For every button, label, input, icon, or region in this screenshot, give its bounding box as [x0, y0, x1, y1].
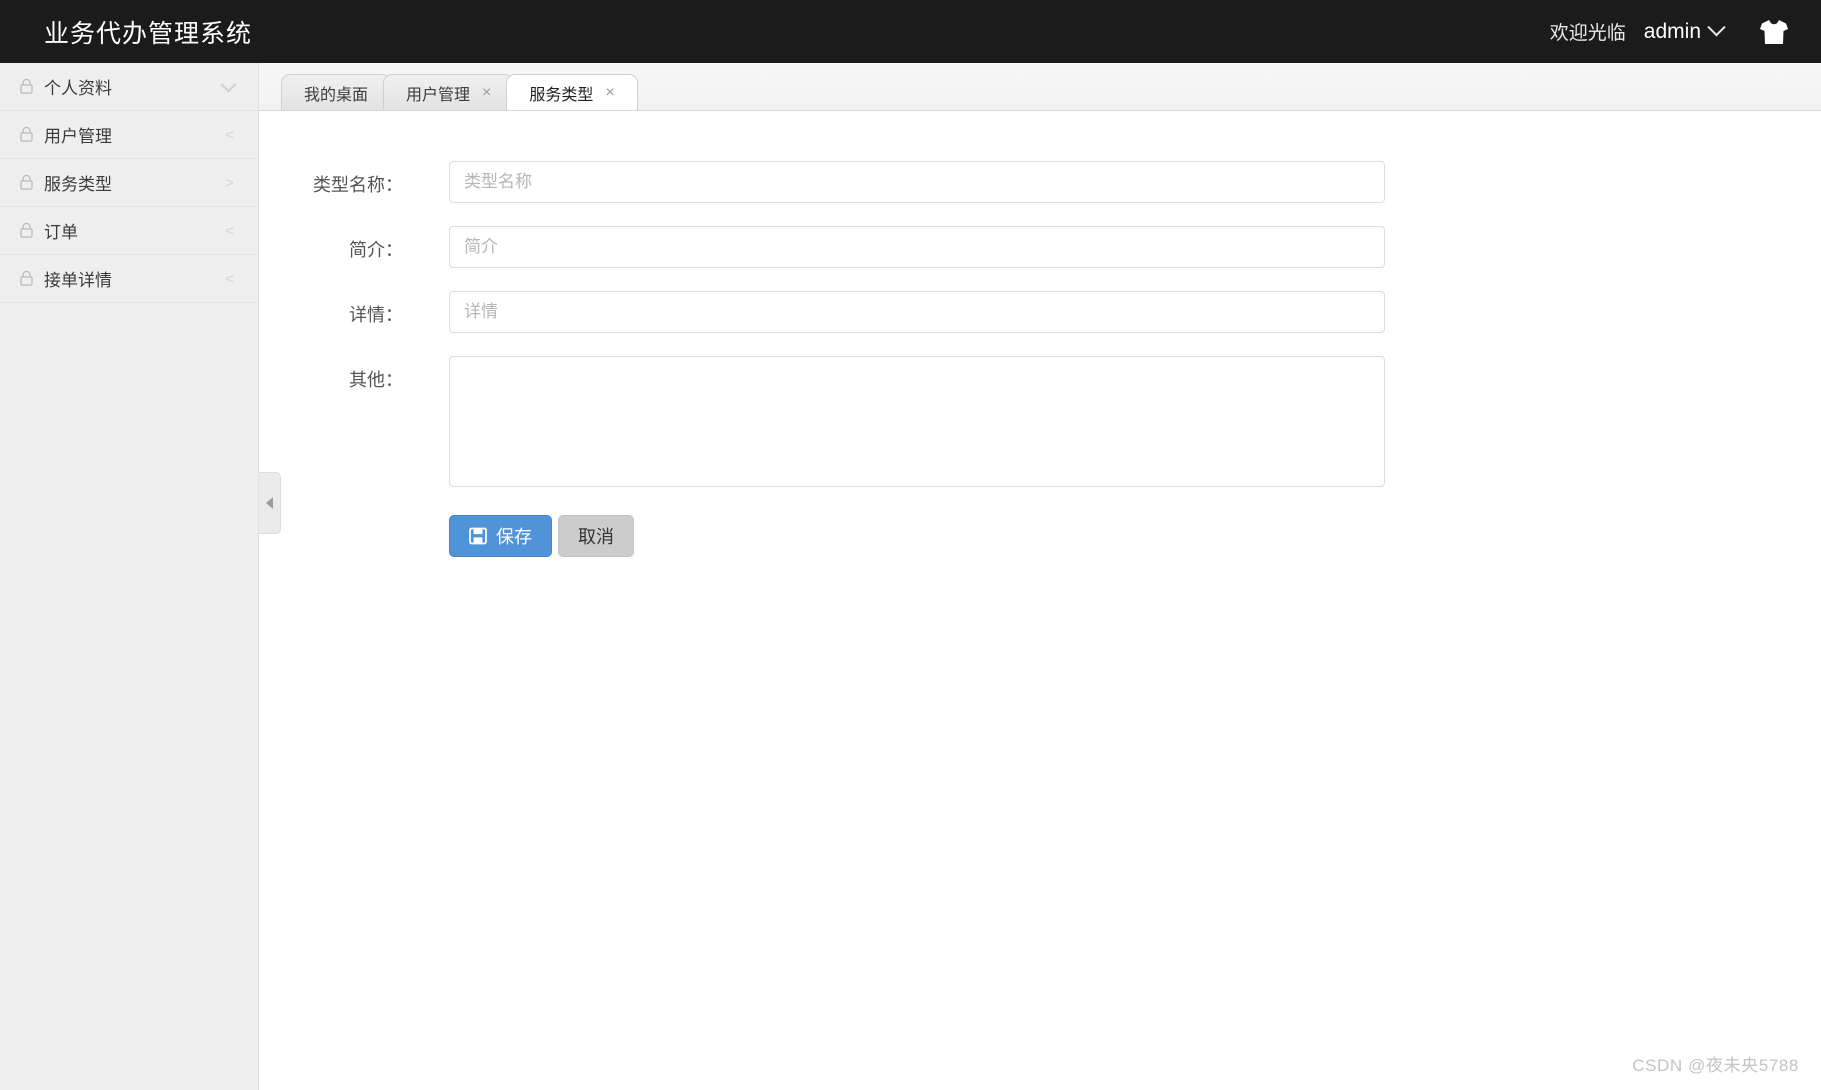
app-title: 业务代办管理系统 [44, 19, 253, 48]
save-floppy-icon [469, 527, 487, 545]
close-icon[interactable]: × [605, 84, 614, 101]
welcome-text: 欢迎光临 [1549, 23, 1626, 44]
sidebar-item-label: 用户管理 [44, 127, 112, 146]
user-menu[interactable]: admin [1643, 18, 1726, 44]
cancel-button[interactable]: 取消 [558, 515, 634, 557]
tab-service-type[interactable]: 服务类型 × [506, 74, 638, 110]
sidebar-item-user-management[interactable]: 用户管理 < [0, 111, 258, 159]
tab-label: 服务类型 [529, 86, 594, 104]
intro-input[interactable] [449, 226, 1385, 268]
user-name: admin [1643, 19, 1701, 43]
save-button[interactable]: 保存 [449, 515, 552, 557]
tab-label: 我的桌面 [304, 86, 369, 104]
sidebar-item-orders[interactable]: 订单 < [0, 207, 258, 255]
form-actions: 保存 取消 [259, 515, 1821, 557]
chevron-right-icon: > [225, 174, 234, 191]
chevron-down-icon [1707, 18, 1726, 37]
tab-label: 用户管理 [406, 86, 471, 104]
details-input[interactable] [449, 291, 1385, 333]
chevron-left-icon: < [225, 126, 234, 143]
lock-icon [18, 126, 35, 143]
form-row-type-name: 类型名称： [259, 161, 1821, 203]
intro-label: 简介： [349, 240, 403, 260]
sidebar-item-label: 服务类型 [44, 175, 112, 194]
tab-my-desktop[interactable]: 我的桌面 [281, 74, 392, 110]
sidebar-item-service-type[interactable]: 服务类型 > [0, 159, 258, 207]
header-right-group: 欢迎光临 admin [1550, 18, 1821, 45]
other-label: 其他： [349, 370, 403, 390]
chevron-left-icon: < [225, 222, 234, 239]
tab-strip: 我的桌面 用户管理 × 服务类型 × [259, 63, 1821, 111]
lock-icon [18, 270, 35, 287]
save-button-label: 保存 [496, 527, 532, 547]
sidebar-item-label: 个人资料 [44, 79, 112, 98]
service-type-form: 类型名称： 简介： 详情： 其他： [259, 111, 1821, 557]
chevron-left-icon: < [225, 270, 234, 287]
top-header: 业务代办管理系统 欢迎光临 admin [0, 0, 1821, 63]
type-name-label: 类型名称： [313, 175, 403, 195]
sidebar-item-label: 接单详情 [44, 271, 112, 290]
form-row-details: 详情： [259, 291, 1821, 333]
sidebar-item-label: 订单 [44, 223, 78, 242]
sidebar-item-personal-profile[interactable]: 个人资料 [0, 63, 258, 111]
type-name-input[interactable] [449, 161, 1385, 203]
sidebar-collapse-handle[interactable] [259, 472, 281, 534]
sidebar-item-order-details[interactable]: 接单详情 < [0, 255, 258, 303]
other-textarea[interactable] [449, 356, 1385, 487]
lock-icon [18, 222, 35, 239]
cancel-button-label: 取消 [578, 527, 614, 547]
form-row-other: 其他： [259, 356, 1821, 487]
details-label: 详情： [349, 305, 403, 325]
lock-icon [18, 174, 35, 191]
main-content: 我的桌面 用户管理 × 服务类型 × 类型名称： 简介： 详情： 其他： [259, 63, 1821, 1090]
close-icon[interactable]: × [482, 84, 491, 101]
lock-icon [18, 78, 35, 95]
tab-user-management[interactable]: 用户管理 × [383, 74, 515, 110]
form-row-intro: 简介： [259, 226, 1821, 268]
chevron-down-icon [220, 76, 237, 93]
triangle-left-icon [266, 497, 273, 509]
sidebar: 个人资料 用户管理 < 服务类型 > 订单 < 接单详情 < [0, 63, 259, 1090]
t-shirt-icon[interactable] [1759, 19, 1789, 45]
